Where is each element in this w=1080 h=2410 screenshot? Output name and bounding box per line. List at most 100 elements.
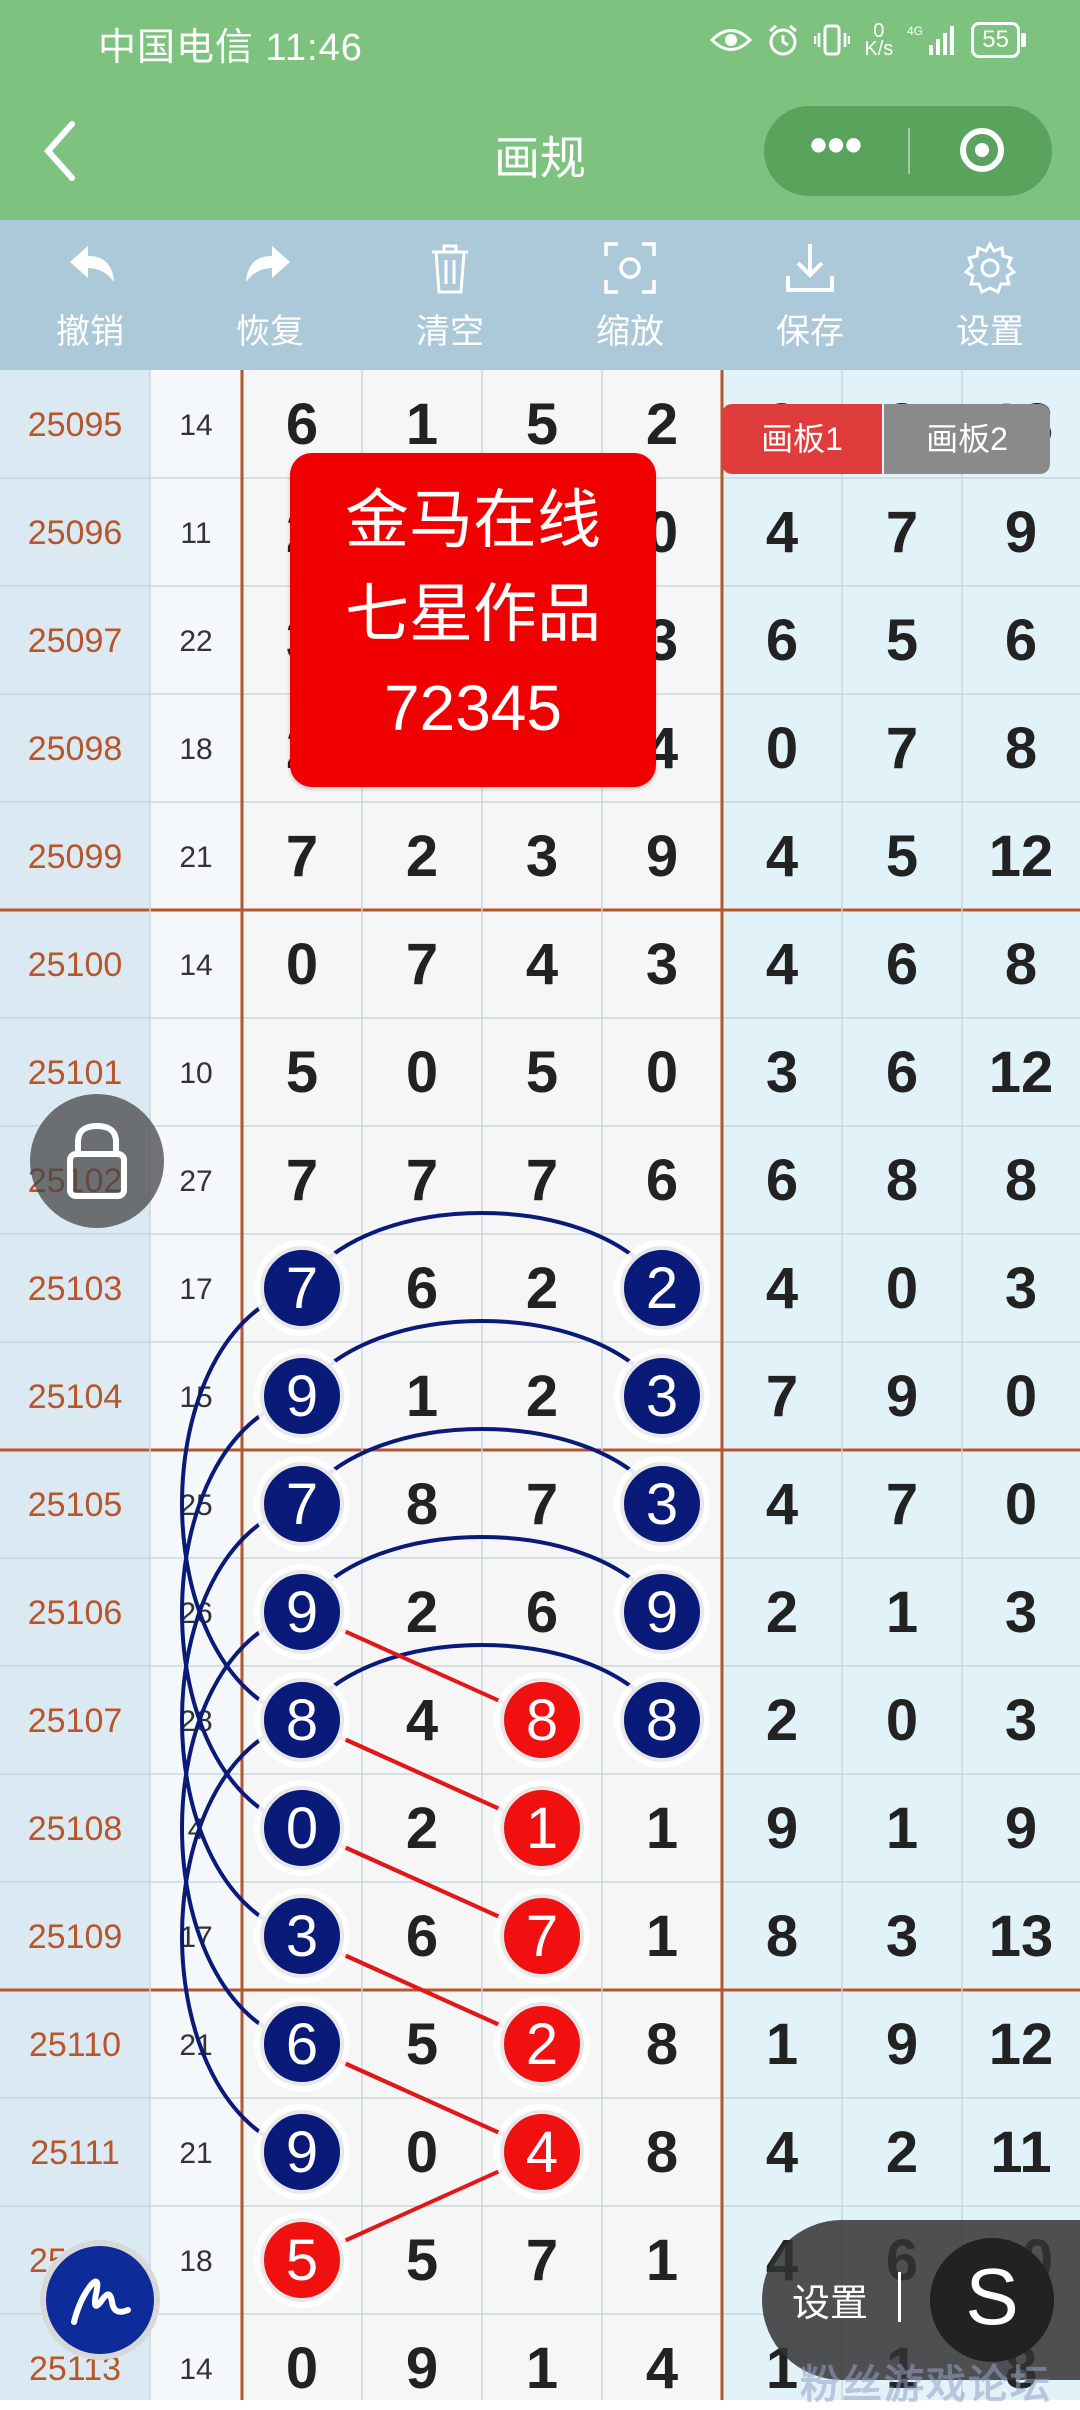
navy-marker-digit: 9 [286, 1580, 318, 1645]
undo-label: 撤销 [56, 313, 124, 351]
digit-cell: 5 [886, 824, 918, 889]
save-button[interactable]: 保存 [720, 220, 900, 370]
navy-marker-digit: 6 [286, 2012, 318, 2077]
navy-marker-digit: 2 [646, 1256, 678, 1321]
issue-number: 25111 [30, 2134, 120, 2172]
tab-board1[interactable]: 画板1 [722, 404, 882, 474]
navy-marker-digit: 9 [646, 1580, 678, 1645]
undo-icon [70, 246, 114, 282]
issue-number: 25110 [29, 2026, 121, 2064]
digit-cell: 6 [646, 1148, 678, 1213]
floating-settings-button[interactable]: 设置 [792, 2272, 868, 2327]
download-icon [786, 244, 834, 292]
navy-marker-digit: 3 [646, 1364, 678, 1429]
digit-cell: 8 [1005, 1148, 1037, 1213]
pen-button[interactable] [40, 2240, 160, 2360]
red-marker-digit: 1 [526, 1796, 558, 1861]
sticker-line3: 72345 [384, 672, 562, 744]
digit-cell: 6 [886, 932, 918, 997]
status-icons: 0 K/s 4G 55 [710, 14, 1026, 66]
digit-cell: 9 [1005, 1796, 1037, 1861]
digit-cell: 3 [1005, 1580, 1037, 1645]
close-target-icon[interactable] [960, 128, 1004, 172]
s-button[interactable]: S [930, 2238, 1054, 2362]
digit-cell: 1 [406, 1364, 438, 1429]
issue-number: 25108 [28, 1810, 123, 1848]
signal-icon: 4G [907, 24, 955, 55]
digit-cell: 7 [886, 500, 918, 565]
issue-number: 25106 [28, 1594, 123, 1632]
capsule-divider [908, 128, 910, 174]
digit-cell: 13 [989, 1904, 1054, 1969]
digit-cell: 5 [886, 608, 918, 673]
navy-marker-digit: 7 [286, 1472, 318, 1537]
sticker-line1: 金马在线 [345, 484, 601, 556]
digit-cell: 4 [646, 2336, 678, 2400]
undo-button[interactable]: 撤销 [0, 220, 180, 370]
watermark-text: 粉丝游戏论坛 [800, 2363, 1052, 2407]
issue-number: 25098 [28, 730, 123, 768]
digit-cell: 1 [886, 1580, 918, 1645]
digit-cell: 7 [526, 1472, 558, 1537]
redo-button[interactable]: 恢复 [180, 220, 360, 370]
digit-cell: 6 [1005, 608, 1037, 673]
sum-value: 17 [179, 1273, 212, 1306]
digit-cell: 2 [406, 824, 438, 889]
sum-value: 18 [179, 733, 212, 766]
zoom-icon [604, 242, 656, 294]
digit-cell: 0 [286, 2336, 318, 2400]
alarm-icon [769, 24, 798, 56]
sum-value: 21 [179, 841, 212, 874]
digit-cell: 7 [406, 932, 438, 997]
digit-cell: 1 [766, 2012, 798, 2077]
eye-icon [710, 29, 753, 51]
issue-number: 25099 [28, 838, 123, 876]
sum-value: 10 [179, 1057, 212, 1090]
digit-cell: 4 [766, 500, 798, 565]
issue-number: 25107 [28, 1702, 123, 1740]
mini-program-capsule: ••• [764, 106, 1052, 196]
digit-cell: 6 [766, 1148, 798, 1213]
navy-marker-digit: 3 [646, 1472, 678, 1537]
pen-scribble-icon [71, 2278, 131, 2325]
issue-number: 25095 [28, 406, 123, 444]
digit-cell: 2 [646, 392, 678, 457]
digit-cell: 0 [1005, 1472, 1037, 1537]
more-button[interactable]: ••• [764, 106, 908, 196]
digit-cell: 7 [286, 1148, 318, 1213]
digit-cell: 7 [766, 1364, 798, 1429]
digit-cell: 7 [886, 1472, 918, 1537]
title-bar: 画规 ••• [0, 80, 1080, 220]
digit-cell: 0 [286, 932, 318, 997]
digit-cell: 7 [406, 1148, 438, 1213]
issue-number: 25103 [28, 1270, 123, 1308]
digit-cell: 9 [886, 1364, 918, 1429]
digit-cell: 4 [766, 824, 798, 889]
digit-cell: 5 [406, 2012, 438, 2077]
digit-cell: 0 [406, 1040, 438, 1105]
digit-cell: 2 [766, 1580, 798, 1645]
digit-cell: 6 [406, 1904, 438, 1969]
settings-label: 设置 [956, 313, 1024, 351]
promo-sticker: 金马在线 七星作品 72345 [290, 453, 656, 787]
vibrate-icon [814, 24, 851, 56]
clear-button[interactable]: 清空 [360, 220, 540, 370]
digit-cell: 1 [406, 392, 438, 457]
tab-board2[interactable]: 画板2 [884, 404, 1050, 474]
sum-value: 21 [179, 2137, 212, 2170]
red-marker-digit: 2 [526, 2012, 558, 2077]
settings-button[interactable]: 设置 [900, 220, 1080, 370]
digit-cell: 3 [886, 1904, 918, 1969]
lock-button[interactable] [30, 1094, 164, 1228]
digit-cell: 0 [646, 1040, 678, 1105]
digit-cell: 2 [886, 2120, 918, 2185]
digit-cell: 7 [286, 824, 318, 889]
zoom-button[interactable]: 缩放 [540, 220, 720, 370]
digit-cell: 0 [886, 1256, 918, 1321]
digit-cell: 1 [646, 1796, 678, 1861]
issue-number: 25104 [28, 1378, 123, 1416]
digit-cell: 12 [989, 2012, 1054, 2077]
digit-cell: 0 [1005, 1364, 1037, 1429]
zoom-label: 缩放 [596, 313, 664, 351]
digit-cell: 8 [646, 2012, 678, 2077]
